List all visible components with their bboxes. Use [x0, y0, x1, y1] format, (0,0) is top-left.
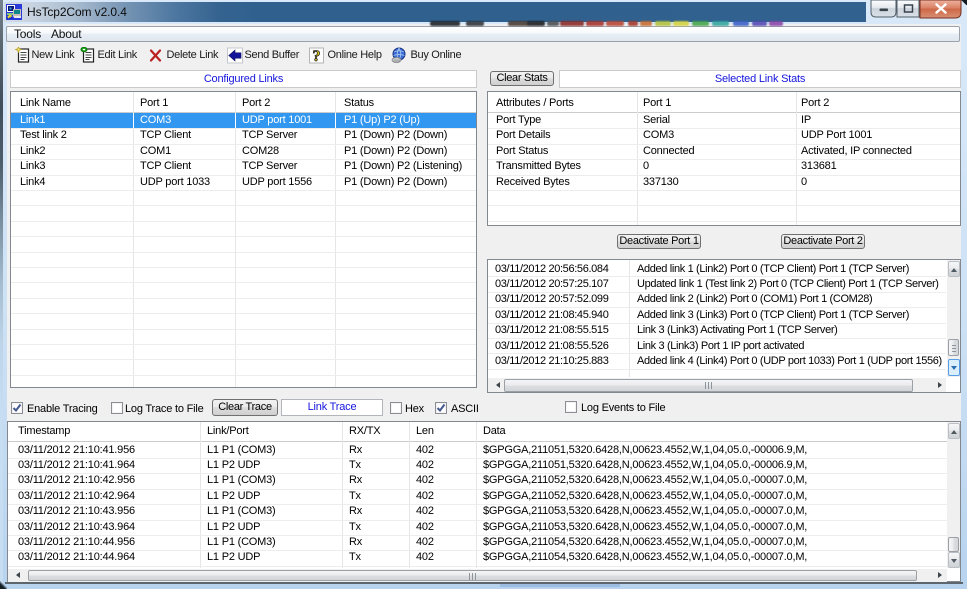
svg-text:?: ?	[313, 48, 321, 64]
